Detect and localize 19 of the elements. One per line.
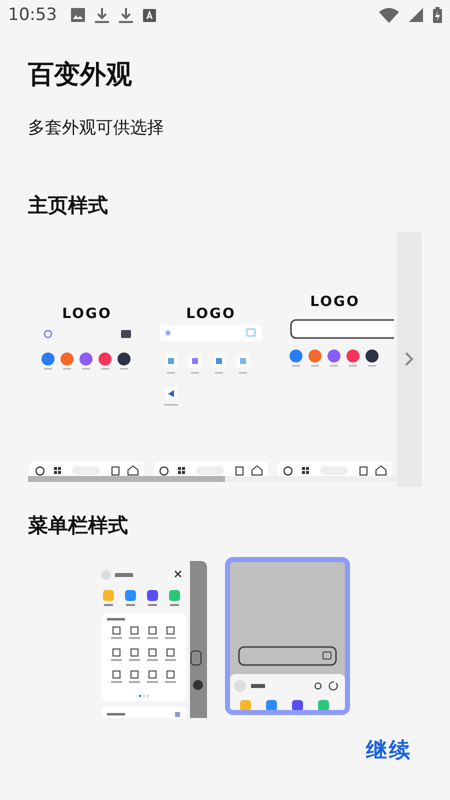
download-icon (95, 8, 109, 22)
section-heading: 主页样式 (28, 193, 108, 217)
section-heading: 菜单栏样式 (28, 513, 128, 537)
logo-text: LOGO (62, 306, 112, 322)
scrollbar[interactable] (28, 476, 397, 482)
status-time: 10:53 (8, 5, 57, 25)
continue-button[interactable]: 继续 (366, 734, 412, 766)
chevron-right-icon[interactable] (404, 351, 414, 367)
image-icon (71, 8, 85, 22)
page-title: 百变外观 (28, 60, 132, 90)
logo-text: LOGO (310, 294, 360, 310)
logo-text: LOGO (186, 306, 236, 322)
download-icon (119, 8, 133, 22)
battery-icon (433, 7, 442, 23)
wifi-icon (379, 8, 399, 22)
signal-icon (409, 8, 423, 22)
page-subtitle: 多套外观可供选择 (28, 117, 164, 140)
font-icon (143, 8, 156, 22)
menu-style-option[interactable] (225, 557, 350, 715)
